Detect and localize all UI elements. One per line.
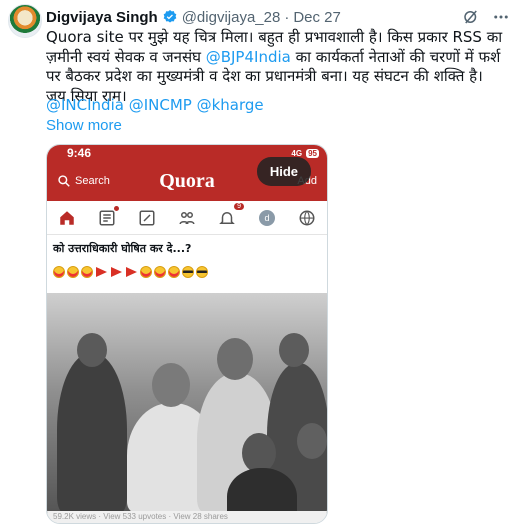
notifications-nav: 9	[216, 202, 244, 229]
home-icon	[60, 210, 74, 225]
sunglasses-emoji	[196, 266, 208, 278]
hearts-face-emoji	[154, 266, 166, 278]
quora-question: को उत्तराधिकारी घोषित कर दे...?	[53, 242, 192, 255]
verified-icon	[163, 10, 177, 23]
list-icon	[99, 210, 115, 225]
show-more-link[interactable]: Show more	[46, 117, 122, 134]
edit-icon	[139, 210, 155, 225]
mention-bjp4india[interactable]: @BJP4India	[206, 48, 291, 66]
more-icon[interactable]	[492, 8, 510, 26]
search-label: Search	[75, 175, 110, 187]
emoji-row	[53, 266, 321, 278]
quora-post: को उत्तराधिकारी घोषित कर दे...?	[47, 235, 327, 293]
hide-button[interactable]: Hide	[256, 157, 311, 186]
heart-eyes-emoji	[81, 266, 93, 278]
sunglasses-emoji	[182, 266, 194, 278]
photo-figure	[297, 423, 327, 459]
photo-figure	[77, 333, 107, 367]
author-avatar[interactable]	[8, 4, 42, 38]
heart-eyes-emoji	[67, 266, 79, 278]
tweet-date[interactable]: Dec 27	[293, 9, 341, 26]
profile-avatar: d	[259, 209, 275, 226]
flag-emoji	[126, 267, 137, 277]
spaces-nav	[176, 207, 198, 229]
quora-nav: 9 d	[47, 201, 327, 235]
photo-figure	[242, 433, 276, 473]
photo-figure	[217, 338, 253, 380]
bell-icon	[219, 211, 235, 224]
photo-figure	[152, 363, 190, 407]
tweet-mentions[interactable]: @INCIndia @INCMP @kharge	[46, 96, 264, 114]
language-nav	[296, 207, 318, 229]
grok-icon[interactable]	[462, 8, 480, 26]
status-time: 9:46	[67, 146, 92, 160]
separator: ·	[284, 8, 290, 26]
hearts-face-emoji	[140, 266, 152, 278]
flag-emoji	[96, 267, 107, 277]
quora-logo: Quora	[159, 169, 215, 192]
crowd-photo	[47, 293, 327, 513]
people-icon	[179, 211, 195, 224]
photo-figure	[279, 333, 309, 367]
tweet-media[interactable]: 9:46 4G 95 Search Quora Add Hide 9	[46, 144, 328, 524]
answer-nav	[136, 207, 158, 229]
quora-stats: 59.2K views · View 533 upvotes · View 28…	[47, 511, 327, 523]
status-battery: 95	[306, 148, 319, 158]
tweet-header: Digvijaya Singh @digvijaya_28 · Dec 27	[46, 6, 510, 28]
tweet-body: Quora site पर मुझे यह चित्र मिला। बहुत ह…	[46, 28, 510, 106]
following-nav	[96, 205, 119, 229]
search-icon	[58, 175, 70, 187]
following-dot	[114, 205, 119, 211]
notif-badge: 9	[234, 202, 244, 210]
heart-eyes-emoji	[53, 266, 65, 278]
author-name[interactable]: Digvijaya Singh	[46, 9, 158, 26]
profile-nav: d	[256, 207, 278, 229]
author-handle[interactable]: @digvijaya_28	[182, 9, 281, 26]
quora-search: Search	[57, 174, 110, 188]
globe-icon	[299, 210, 315, 225]
photo-figure	[57, 353, 127, 513]
hearts-face-emoji	[168, 266, 180, 278]
home-nav	[56, 207, 78, 229]
flag-emoji	[111, 267, 122, 277]
header-actions	[462, 8, 510, 26]
